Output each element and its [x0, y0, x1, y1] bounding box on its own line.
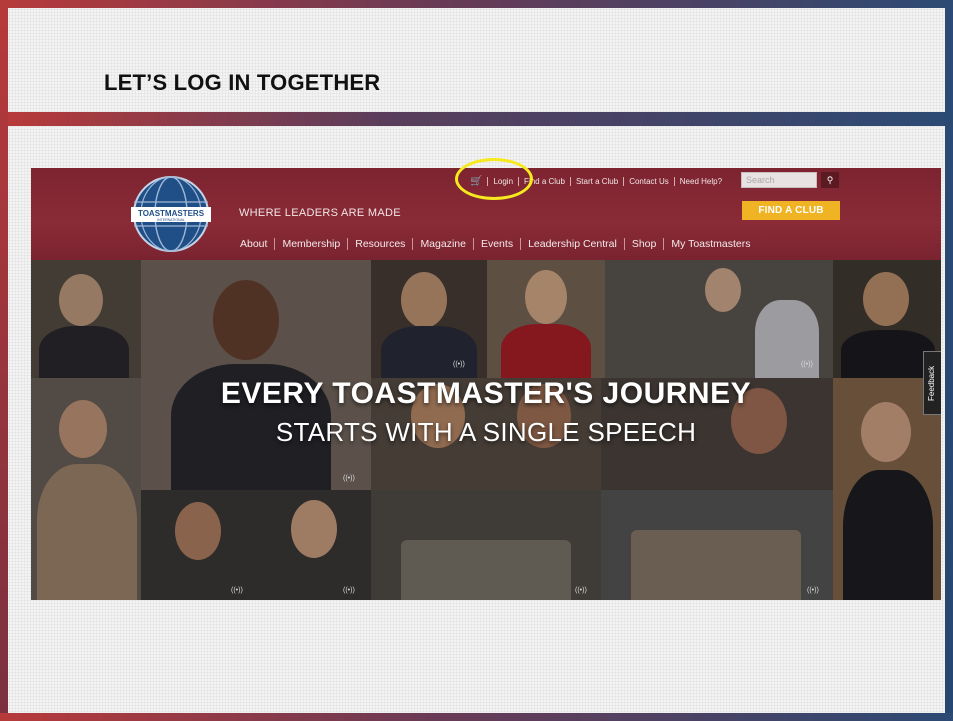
radio-badge: ((•)) [801, 361, 813, 368]
hero-subheadline: STARTS WITH A SINGLE SPEECH [275, 417, 697, 447]
radio-badge: ((•)) [343, 475, 355, 482]
photo-tile [31, 378, 141, 600]
need-help-link[interactable]: Need Help? [680, 177, 722, 186]
photo-tile [371, 490, 601, 600]
nav-membership[interactable]: Membership [282, 238, 340, 250]
nav-my-toastmasters[interactable]: My Toastmasters [671, 238, 750, 250]
radio-badge: ((•)) [231, 587, 243, 594]
hero-headline: EVERY TOASTMASTER'S JOURNEY [220, 377, 752, 410]
photo-tile [605, 260, 833, 378]
toastmasters-logo[interactable]: TOASTMASTERS INTERNATIONAL [131, 174, 211, 254]
logo-text: TOASTMASTERS [138, 209, 205, 218]
nav-about[interactable]: About [240, 238, 267, 250]
start-a-club-link[interactable]: Start a Club [576, 177, 618, 186]
nav-events[interactable]: Events [481, 238, 513, 250]
radio-badge: ((•)) [807, 587, 819, 594]
login-highlight-circle [455, 158, 533, 200]
top-border [0, 0, 953, 8]
nav-magazine[interactable]: Magazine [420, 238, 466, 250]
radio-badge: ((•)) [575, 587, 587, 594]
website-screenshot: TOASTMASTERS INTERNATIONAL WHERE LEADERS… [31, 168, 941, 600]
search-input[interactable]: Search [741, 172, 817, 188]
slide-title: LET’S LOG IN TOGETHER [104, 70, 381, 95]
right-border [945, 0, 953, 721]
photo-tile [601, 490, 833, 600]
bottom-border [0, 713, 953, 721]
photo-tile [487, 260, 605, 378]
contact-us-link[interactable]: Contact Us [629, 177, 669, 186]
nav-shop[interactable]: Shop [632, 238, 657, 250]
search-icon[interactable]: ⚲ [821, 172, 839, 188]
find-a-club-button[interactable]: FIND A CLUB [742, 201, 840, 220]
radio-badge: ((•)) [453, 361, 465, 368]
photo-tile [31, 260, 141, 378]
photo-tile [141, 490, 371, 600]
logo-subtext: INTERNATIONAL [157, 218, 185, 222]
nav-resources[interactable]: Resources [355, 238, 405, 250]
nav-leadership-central[interactable]: Leadership Central [528, 238, 617, 250]
hero-banner[interactable]: EVERY TOASTMASTER'S JOURNEY STARTS WITH … [31, 260, 941, 600]
main-nav: About Membership Resources Magazine Even… [240, 238, 751, 250]
slide: LET’S LOG IN TOGETHER TOASTMASTERS INTER… [0, 0, 953, 721]
radio-badge: ((•)) [343, 587, 355, 594]
photo-tile [141, 260, 371, 490]
title-divider-band [8, 112, 945, 126]
left-border [0, 0, 8, 721]
site-tagline: WHERE LEADERS ARE MADE [239, 207, 401, 219]
feedback-tab[interactable]: Feedback [923, 351, 941, 415]
photo-tile [371, 260, 487, 378]
